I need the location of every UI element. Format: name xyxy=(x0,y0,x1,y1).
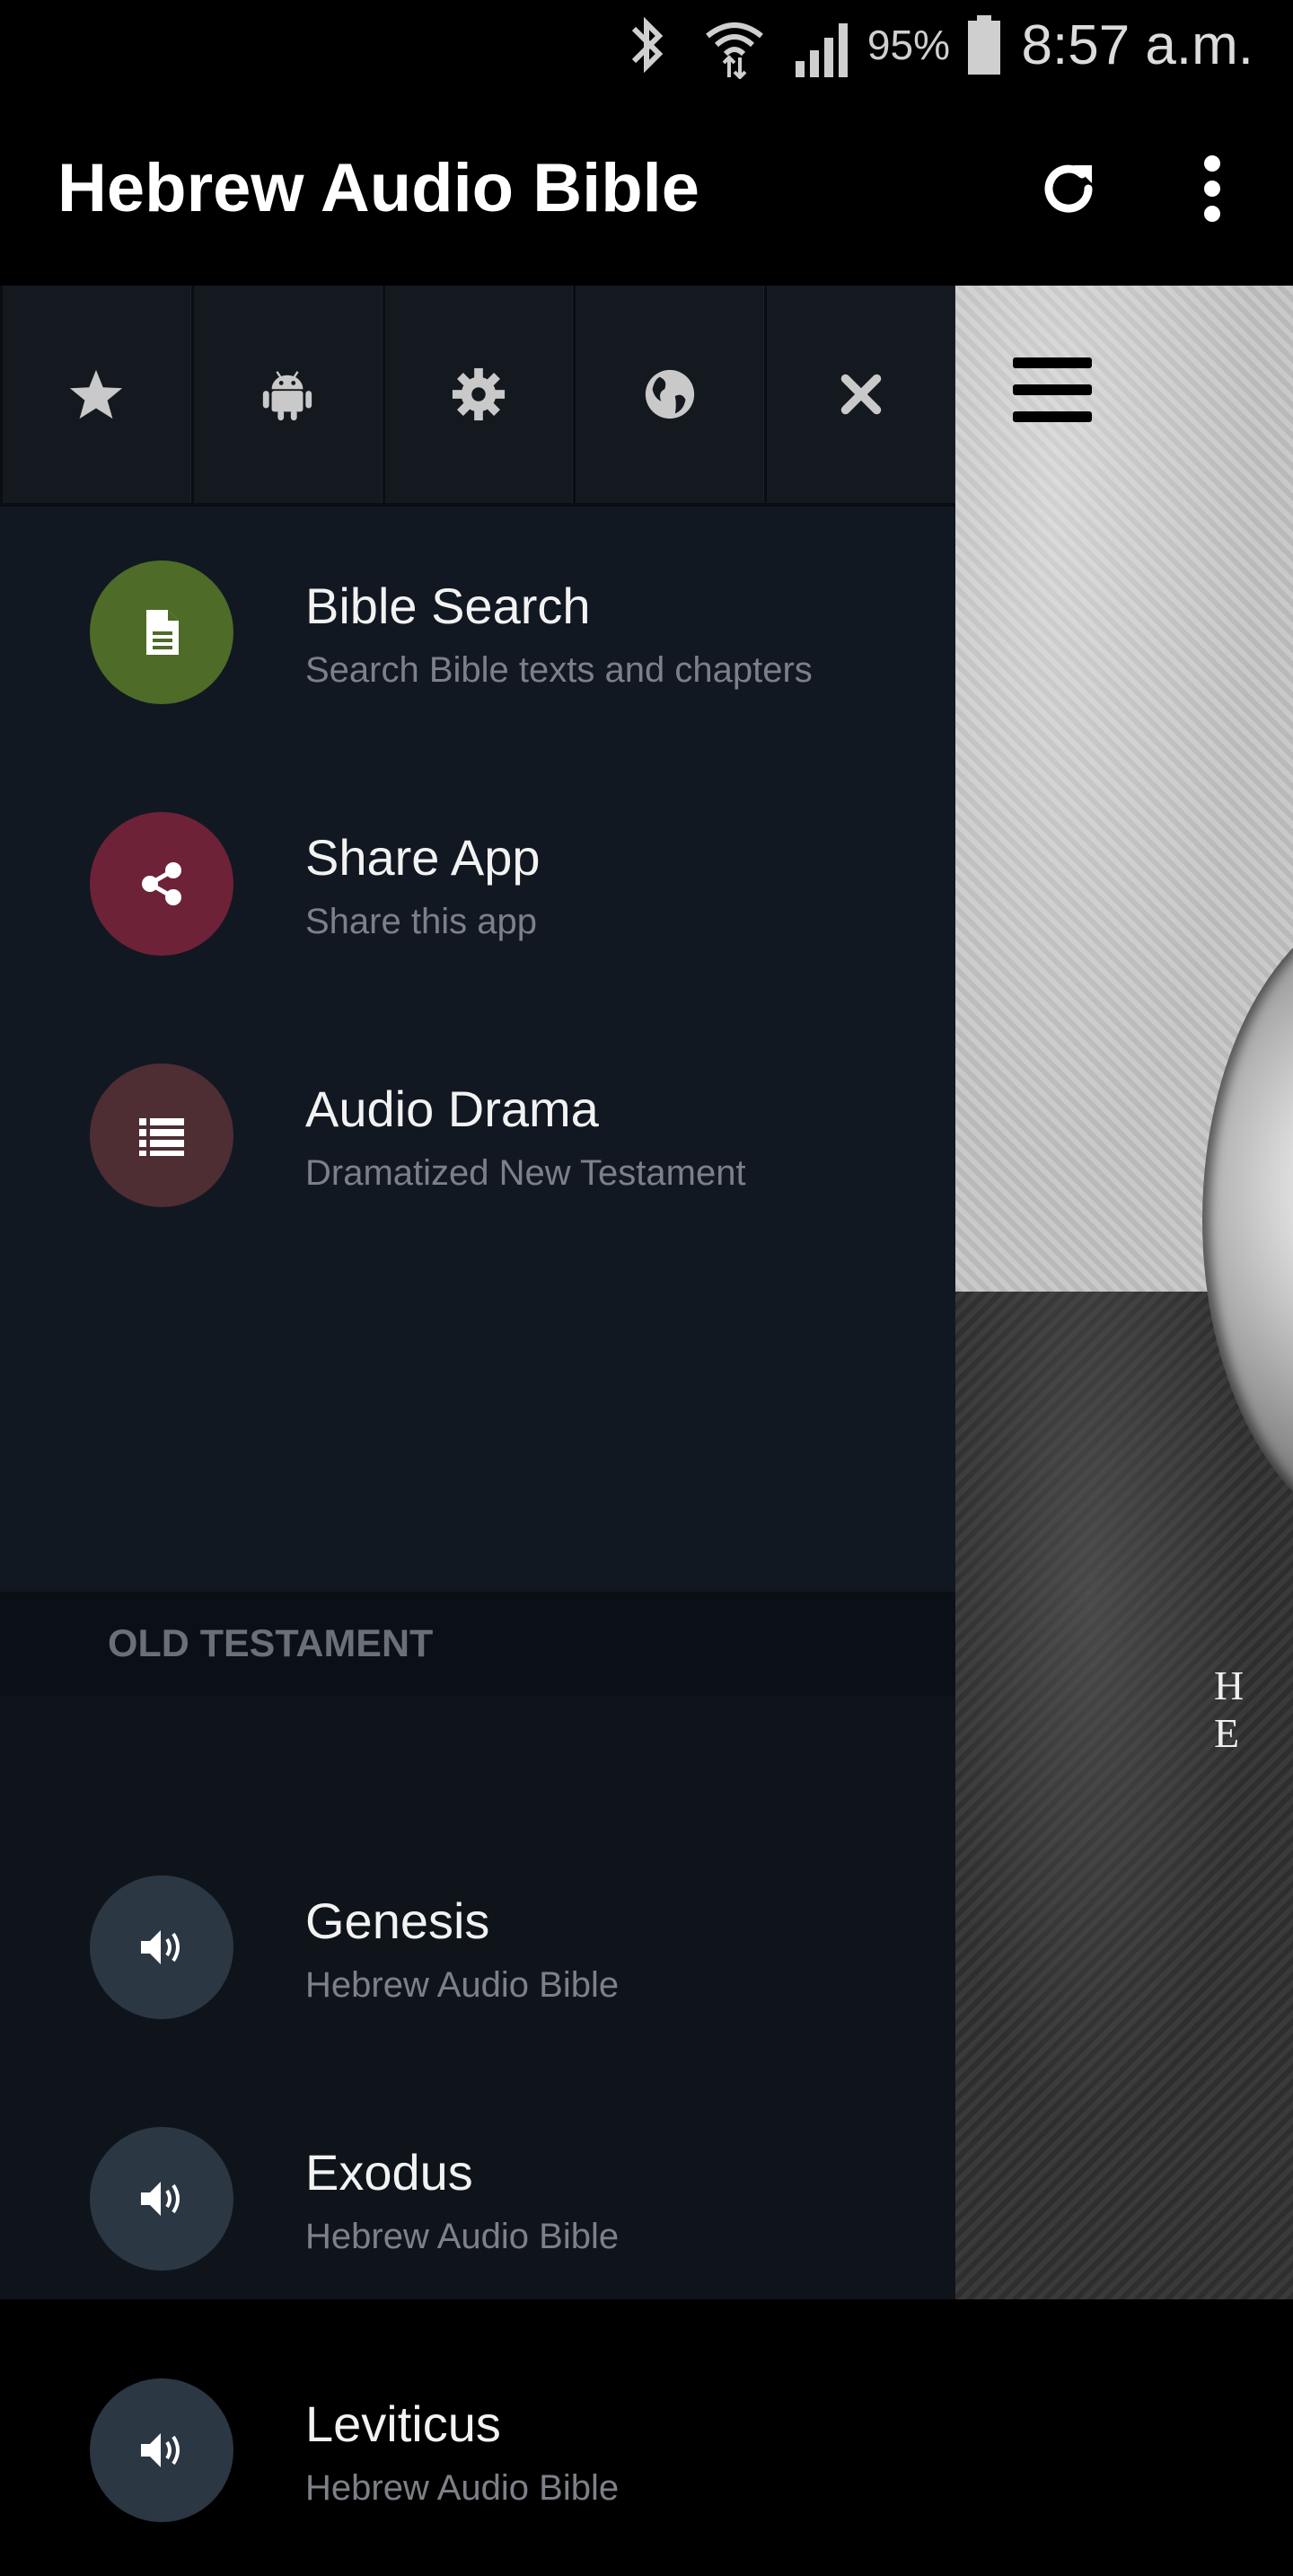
wifi-icon xyxy=(700,0,769,90)
menu-item-icon-circle xyxy=(90,560,233,704)
book-item-genesis[interactable]: Genesis Hebrew Audio Bible xyxy=(0,1822,955,2073)
menu-item-share-app[interactable]: Share App Share this app xyxy=(0,758,955,1010)
battery-icon xyxy=(966,0,1002,90)
menu-item-icon-circle xyxy=(90,1063,233,1207)
hamburger-icon-line xyxy=(1013,411,1092,422)
book-item-subtitle: Hebrew Audio Bible xyxy=(305,2217,620,2256)
hamburger-icon xyxy=(1013,357,1092,368)
menu-item-bible-search[interactable]: Bible Search Search Bible texts and chap… xyxy=(0,507,955,758)
book-item-icon-circle xyxy=(90,1875,233,2019)
refresh-icon xyxy=(1044,164,1093,213)
background-title-text: H E xyxy=(1214,1663,1257,1756)
overflow-menu-icon xyxy=(1204,155,1220,222)
hamburger-icon-line xyxy=(1013,384,1092,395)
settings-button[interactable] xyxy=(382,286,574,503)
document-icon xyxy=(146,610,179,655)
share-icon xyxy=(142,862,181,905)
book-item-subtitle: Hebrew Audio Bible xyxy=(305,2468,620,2508)
book-item-leviticus[interactable]: Leviticus Hebrew Audio Bible xyxy=(0,2325,955,2576)
menu-item-title: Share App xyxy=(305,829,541,886)
book-item-icon-circle xyxy=(90,2378,233,2522)
gear-icon xyxy=(452,367,506,421)
drawer-toolbar xyxy=(0,286,955,507)
book-item-subtitle: Hebrew Audio Bible xyxy=(305,1965,620,2005)
app-title: Hebrew Audio Bible xyxy=(57,150,700,226)
speaker-icon xyxy=(141,2182,180,2216)
menu-item-subtitle: Share this app xyxy=(305,902,537,941)
speaker-icon xyxy=(141,1930,180,1964)
android-button[interactable] xyxy=(190,286,383,503)
book-item-exodus[interactable]: Exodus Hebrew Audio Bible xyxy=(0,2073,955,2325)
menu-item-subtitle: Search Bible texts and chapters xyxy=(305,650,813,690)
main-content-background: H E xyxy=(955,286,1293,2299)
menu-item-audio-drama[interactable]: Audio Drama Dramatized New Testament xyxy=(0,1010,955,1261)
favorites-button[interactable] xyxy=(0,286,191,503)
bluetooth-icon xyxy=(621,0,672,90)
section-header-old-testament: OLD TESTAMENT xyxy=(0,1592,955,1696)
globe-icon xyxy=(645,369,694,419)
background-image-bottom xyxy=(955,1292,1293,2299)
overflow-menu-button[interactable] xyxy=(1185,153,1239,225)
refresh-button[interactable] xyxy=(1033,153,1104,225)
battery-percent: 95% xyxy=(866,22,950,68)
list-icon xyxy=(139,1118,184,1156)
star-icon xyxy=(70,369,123,419)
close-drawer-button[interactable] xyxy=(764,286,955,503)
clock: 8:57 a.m. xyxy=(1021,13,1253,76)
speaker-icon xyxy=(141,2433,180,2467)
book-item-title: Leviticus xyxy=(305,2395,501,2452)
status-bar: 95% 8:57 a.m. xyxy=(0,0,1293,90)
signal-icon xyxy=(794,0,855,90)
drawer-menu-list: Bible Search Search Bible texts and chap… xyxy=(0,507,955,1696)
book-item-title: Exodus xyxy=(305,2144,473,2201)
book-item-title: Genesis xyxy=(305,1892,490,1949)
close-icon xyxy=(840,374,881,415)
app-bar: Hebrew Audio Bible xyxy=(0,90,1293,286)
menu-item-subtitle: Dramatized New Testament xyxy=(305,1153,746,1193)
android-icon xyxy=(263,371,312,421)
language-button[interactable] xyxy=(573,286,765,503)
hamburger-menu-button[interactable] xyxy=(1013,357,1095,426)
section-header-label: OLD TESTAMENT xyxy=(108,1622,434,1665)
menu-item-title: Bible Search xyxy=(305,578,591,634)
navigation-drawer: Bible Search Search Bible texts and chap… xyxy=(0,286,955,2522)
menu-item-title: Audio Drama xyxy=(305,1081,599,1137)
menu-item-icon-circle xyxy=(90,812,233,956)
book-item-icon-circle xyxy=(90,2127,233,2271)
